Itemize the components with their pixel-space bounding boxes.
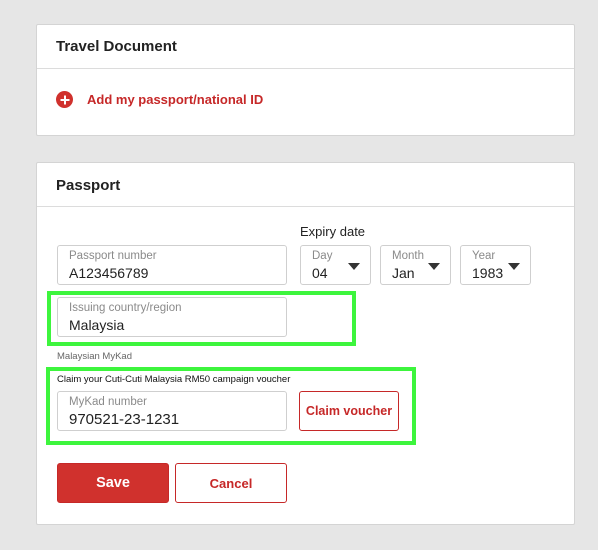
expiry-date-label: Expiry date <box>300 224 366 239</box>
issuing-country-value: Malaysia <box>69 317 125 333</box>
chevron-down-icon <box>348 263 360 270</box>
save-button[interactable]: Save <box>57 463 169 503</box>
passport-card: Passport Expiry date Passport number A12… <box>36 162 575 525</box>
expiry-day-select[interactable]: Day 04 <box>300 245 371 285</box>
issuing-country-field[interactable]: Issuing country/region Malaysia <box>57 297 287 337</box>
expiry-month-value: Jan <box>392 265 415 281</box>
plus-circle-icon <box>56 91 73 108</box>
passport-number-value: A123456789 <box>69 265 149 281</box>
add-passport-label: Add my passport/national ID <box>87 92 264 107</box>
expiry-day-value: 04 <box>312 265 328 281</box>
mykad-number-label: MyKad number <box>69 396 147 408</box>
campaign-note: Claim your Cuti-Cuti Malaysia RM50 campa… <box>57 374 291 385</box>
travel-document-title: Travel Document <box>37 25 574 69</box>
expiry-month-select[interactable]: Month Jan <box>380 245 451 285</box>
claim-voucher-button[interactable]: Claim voucher <box>299 391 399 431</box>
expiry-year-value: 1983 <box>472 265 504 281</box>
chevron-down-icon <box>428 263 440 270</box>
expiry-day-label: Day <box>312 250 333 262</box>
add-passport-link[interactable]: Add my passport/national ID <box>56 91 263 108</box>
chevron-down-icon <box>508 263 520 270</box>
passport-number-field[interactable]: Passport number A123456789 <box>57 245 287 285</box>
expiry-year-label: Year <box>472 250 496 262</box>
mykad-number-value: 970521-23-1231 <box>69 411 180 428</box>
expiry-year-select[interactable]: Year 1983 <box>460 245 531 285</box>
passport-title: Passport <box>37 163 574 207</box>
passport-number-label: Passport number <box>69 250 157 262</box>
expiry-month-label: Month <box>392 250 424 262</box>
issuing-country-label: Issuing country/region <box>69 302 182 314</box>
travel-document-card: Travel Document Add my passport/national… <box>36 24 575 136</box>
cancel-button[interactable]: Cancel <box>175 463 287 503</box>
mykad-section-label: Malaysian MyKad <box>57 351 132 362</box>
mykad-number-field[interactable]: MyKad number 970521-23-1231 <box>57 391 287 431</box>
